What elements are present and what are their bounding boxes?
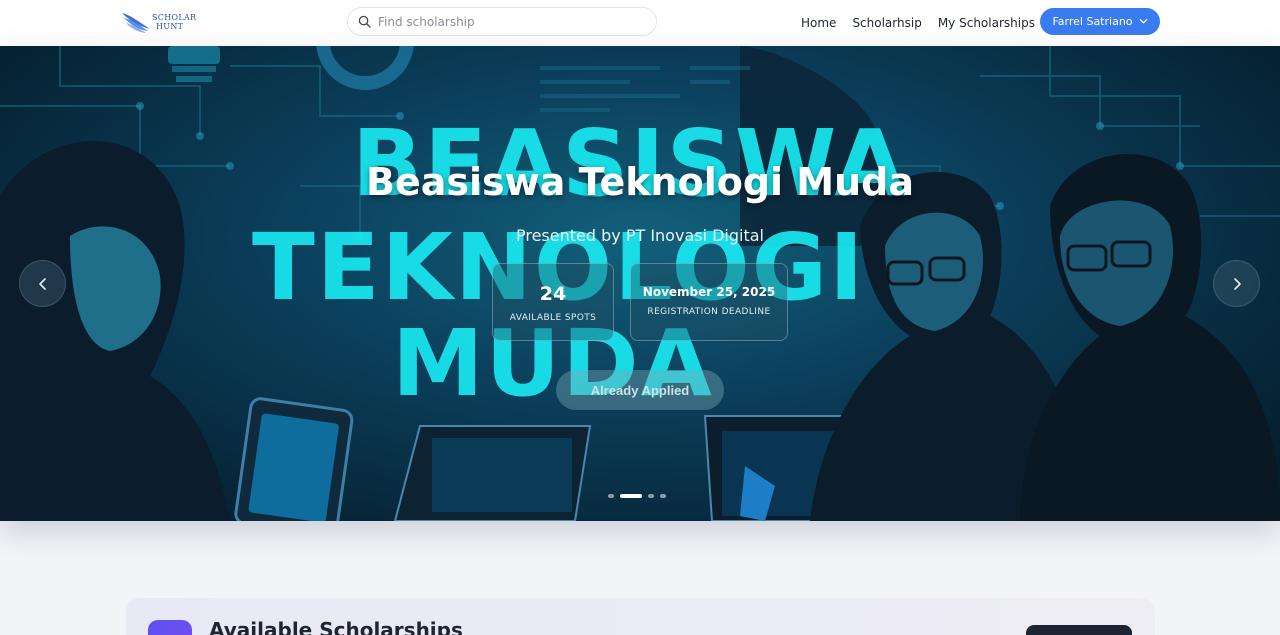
section-title: Available Scholarships xyxy=(209,618,463,635)
carousel-dot-2[interactable] xyxy=(620,494,642,498)
scholarship-title: Beasiswa Teknologi Muda xyxy=(366,160,914,204)
carousel-dot-4[interactable] xyxy=(660,494,666,498)
carousel-prev-button[interactable] xyxy=(19,260,66,307)
logo-text-line2: HUNT xyxy=(156,22,184,31)
scholarship-section-icon xyxy=(148,620,192,635)
available-spots-card: 24 AVAILABLE SPOTS xyxy=(492,263,614,341)
chevron-right-icon xyxy=(1233,277,1241,290)
carousel-next-button[interactable] xyxy=(1213,260,1260,307)
carousel-indicators xyxy=(608,494,672,498)
chevron-down-icon xyxy=(1139,19,1147,24)
available-spots-label: AVAILABLE SPOTS xyxy=(509,313,597,323)
section-action-button[interactable] xyxy=(1026,625,1132,635)
user-name: Farrel Satriano xyxy=(1052,15,1133,28)
hero-carousel: BEASISWA TEKNOLOGI MUDA Beasiswa Teknolo… xyxy=(0,46,1280,521)
scholar-hunt-logo[interactable]: SCHOLAR HUNT xyxy=(120,8,210,36)
search-bar[interactable] xyxy=(347,7,657,36)
registration-deadline-label: REGISTRATION DEADLINE xyxy=(647,307,771,317)
chevron-left-icon xyxy=(38,277,46,290)
search-icon xyxy=(358,15,371,28)
available-spots-value: 24 xyxy=(539,283,567,305)
user-menu-button[interactable]: Farrel Satriano xyxy=(1040,8,1160,35)
logo-text-line1: SCHOLAR xyxy=(152,13,197,22)
carousel-dot-1[interactable] xyxy=(608,494,614,498)
registration-deadline-card: November 25, 2025 REGISTRATION DEADLINE xyxy=(630,263,788,341)
carousel-dot-3[interactable] xyxy=(648,494,654,498)
already-applied-button[interactable]: Already Applied xyxy=(556,370,724,410)
scholarship-provider: Presented by PT Inovasi Digital xyxy=(515,226,764,245)
nav-home-link[interactable]: Home xyxy=(801,16,836,30)
navbar: SCHOLAR HUNT Home Scholarhsip My Scholar… xyxy=(0,0,1280,46)
logo-text: SCHOLAR HUNT xyxy=(152,13,196,31)
nav-my-scholarships-link[interactable]: My Scholarships xyxy=(938,16,1035,30)
nav-links: Home Scholarhsip My Scholarships xyxy=(801,0,1051,46)
available-scholarships-section: Available Scholarships xyxy=(126,598,1155,635)
search-input[interactable] xyxy=(378,14,638,29)
registration-deadline-value: November 25, 2025 xyxy=(642,285,776,299)
nav-scholarship-link[interactable]: Scholarhsip xyxy=(852,16,921,30)
